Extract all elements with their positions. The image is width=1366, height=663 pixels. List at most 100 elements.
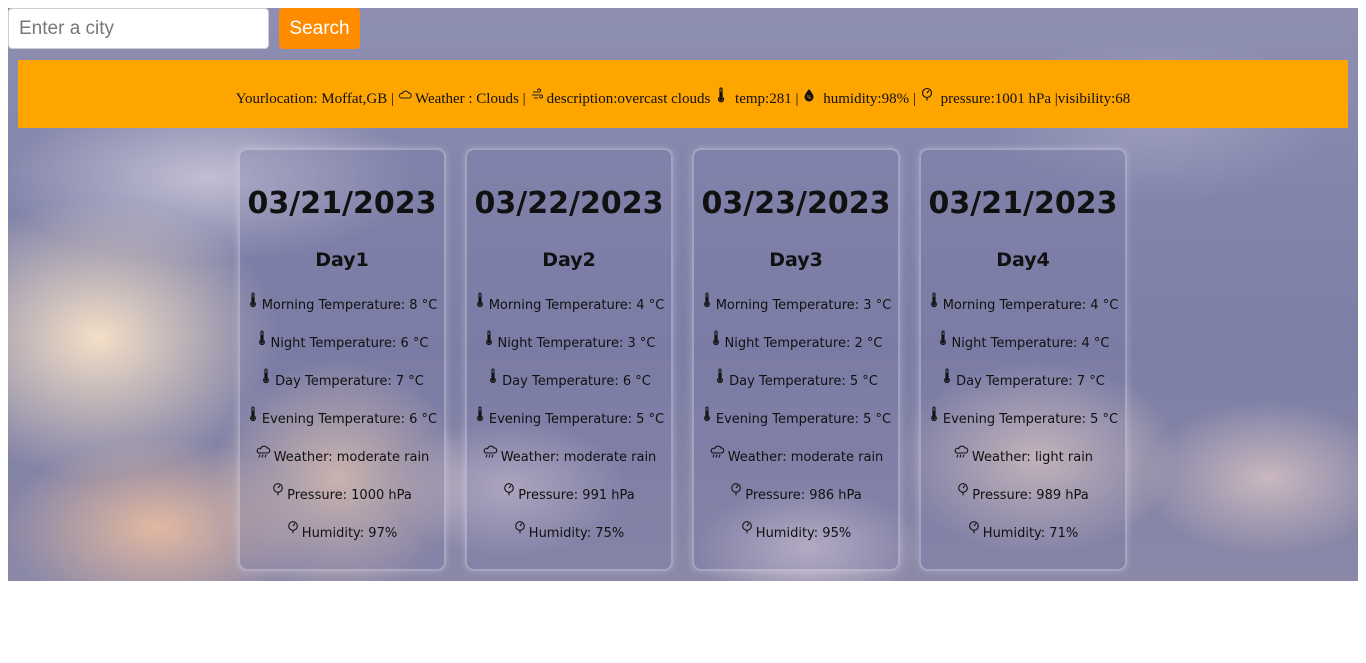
pressure-icon [272,482,284,498]
forecast-card: 03/23/2023 Day3 Morning Temperature: 3 °C N… [692,148,900,571]
pressure-icon [741,520,753,536]
thermometer-icon [941,368,953,384]
forecast-date: 03/22/2023 [474,186,664,221]
rain-cloud-icon [482,444,498,460]
thermometer-icon [474,406,486,422]
temp-value: 281 [769,90,792,107]
search-button[interactable]: Search [279,8,360,49]
weather-app: Search Yourlocation: Moffat,GB | Weather… [8,8,1358,581]
forecast-detail-row: Weather: moderate rain [694,438,898,476]
description-label: description: [546,90,618,107]
forecast-detail-row: Night Temperature: 3 °C [467,324,671,362]
forecast-detail-row: Evening Temperature: 5 °C [467,400,671,438]
forecast-details: Morning Temperature: 4 °C Night Temperatu… [467,286,671,552]
thermometer-icon [483,330,495,346]
forecast-detail-text: Weather: moderate rain [500,449,657,465]
forecast-detail-row: Humidity: 71% [921,514,1125,552]
forecast-date: 03/23/2023 [701,186,891,221]
forecast-detail-row: Night Temperature: 2 °C [694,324,898,362]
pressure-icon [514,520,526,536]
forecast-detail-text: Night Temperature: 3 °C [497,335,656,351]
forecast-detail-text: Humidity: 95% [755,525,852,541]
separator: | [795,90,799,107]
forecast-detail-text: Night Temperature: 2 °C [724,335,883,351]
forecast-card: 03/21/2023 Day1 Morning Temperature: 8 °C N… [238,148,446,571]
thermometer-icon [247,292,259,308]
forecast-detail-row: Morning Temperature: 8 °C [240,286,444,324]
forecast-detail-row: Morning Temperature: 3 °C [694,286,898,324]
forecast-detail-text: Day Temperature: 7 °C [275,373,424,389]
forecast-detail-row: Pressure: 986 hPa [694,476,898,514]
forecast-detail-row: Pressure: 1000 hPa [240,476,444,514]
forecast-detail-row: Humidity: 95% [694,514,898,552]
forecast-detail-text: Weather: moderate rain [727,449,884,465]
forecast-detail-text: Evening Temperature: 5 °C [488,411,665,427]
pressure-label: pressure: [940,90,995,107]
thermometer-icon [714,87,728,103]
thermometer-icon [247,406,259,422]
forecast-detail-text: Night Temperature: 6 °C [270,335,429,351]
forecast-detail-text: Morning Temperature: 4 °C [488,297,665,313]
forecast-detail-row: Weather: light rain [921,438,1125,476]
forecast-detail-text: Evening Temperature: 6 °C [261,411,438,427]
forecast-date: 03/21/2023 [928,186,1118,221]
forecast-detail-row: Evening Temperature: 5 °C [921,400,1125,438]
pressure-icon [503,482,515,498]
forecast-day-label: Day4 [996,249,1050,271]
forecast-detail-row: Day Temperature: 6 °C [467,362,671,400]
wind-icon [530,87,544,103]
pressure-value: 1001 hPa [994,90,1051,107]
forecast-day-label: Day2 [542,249,596,271]
thermometer-icon [710,330,722,346]
forecast-details: Morning Temperature: 8 °C Night Temperatu… [240,286,444,552]
thermometer-icon [701,292,713,308]
forecast-card: 03/22/2023 Day2 Morning Temperature: 4 °C N… [465,148,673,571]
forecast-details: Morning Temperature: 4 °C Night Temperatu… [921,286,1125,552]
forecast-detail-text: Pressure: 986 hPa [745,487,862,503]
thermometer-icon [937,330,949,346]
weather-label: Weather : [415,90,473,107]
separator: | [912,90,916,107]
forecast-detail-row: Day Temperature: 7 °C [240,362,444,400]
visibility-label: |visibility: [1054,90,1116,107]
current-weather-bar: Yourlocation: Moffat,GB | Weather : Clou… [18,60,1348,128]
separator: | [522,90,526,107]
thermometer-icon [260,368,272,384]
pressure-icon [957,482,969,498]
forecast-detail-text: Evening Temperature: 5 °C [715,411,892,427]
forecast-card: 03/21/2023 Day4 Morning Temperature: 4 °C N… [919,148,1127,571]
forecast-detail-text: Morning Temperature: 3 °C [715,297,892,313]
forecast-detail-text: Day Temperature: 6 °C [502,373,651,389]
forecast-cards: 03/21/2023 Day1 Morning Temperature: 8 °C N… [238,148,1127,571]
forecast-detail-text: Morning Temperature: 4 °C [942,297,1119,313]
rain-cloud-icon [255,444,271,460]
temp-label: temp: [735,90,770,107]
thermometer-icon [256,330,268,346]
forecast-detail-row: Humidity: 75% [467,514,671,552]
forecast-details: Morning Temperature: 3 °C Night Temperatu… [694,286,898,552]
location-value: Moffat,GB [321,90,388,107]
forecast-detail-text: Humidity: 75% [528,525,625,541]
humidity-label: humidity: [823,90,882,107]
pressure-icon [287,520,299,536]
thermometer-icon [487,368,499,384]
forecast-detail-row: Evening Temperature: 5 °C [694,400,898,438]
forecast-detail-text: Humidity: 71% [982,525,1079,541]
humidity-icon: % [802,87,816,103]
forecast-detail-row: Day Temperature: 7 °C [921,362,1125,400]
svg-text:%: % [807,95,812,101]
rain-cloud-icon [953,444,969,460]
separator: | [391,90,395,107]
forecast-detail-text: Humidity: 97% [301,525,398,541]
forecast-detail-row: Pressure: 991 hPa [467,476,671,514]
forecast-detail-row: Day Temperature: 5 °C [694,362,898,400]
search-input[interactable] [8,8,269,49]
pressure-icon [730,482,742,498]
weather-value: Clouds [476,90,519,107]
thermometer-icon [474,292,486,308]
thermometer-icon [928,406,940,422]
forecast-detail-text: Day Temperature: 7 °C [956,373,1105,389]
forecast-detail-text: Weather: light rain [971,449,1094,465]
forecast-detail-row: Night Temperature: 6 °C [240,324,444,362]
forecast-detail-text: Evening Temperature: 5 °C [942,411,1119,427]
